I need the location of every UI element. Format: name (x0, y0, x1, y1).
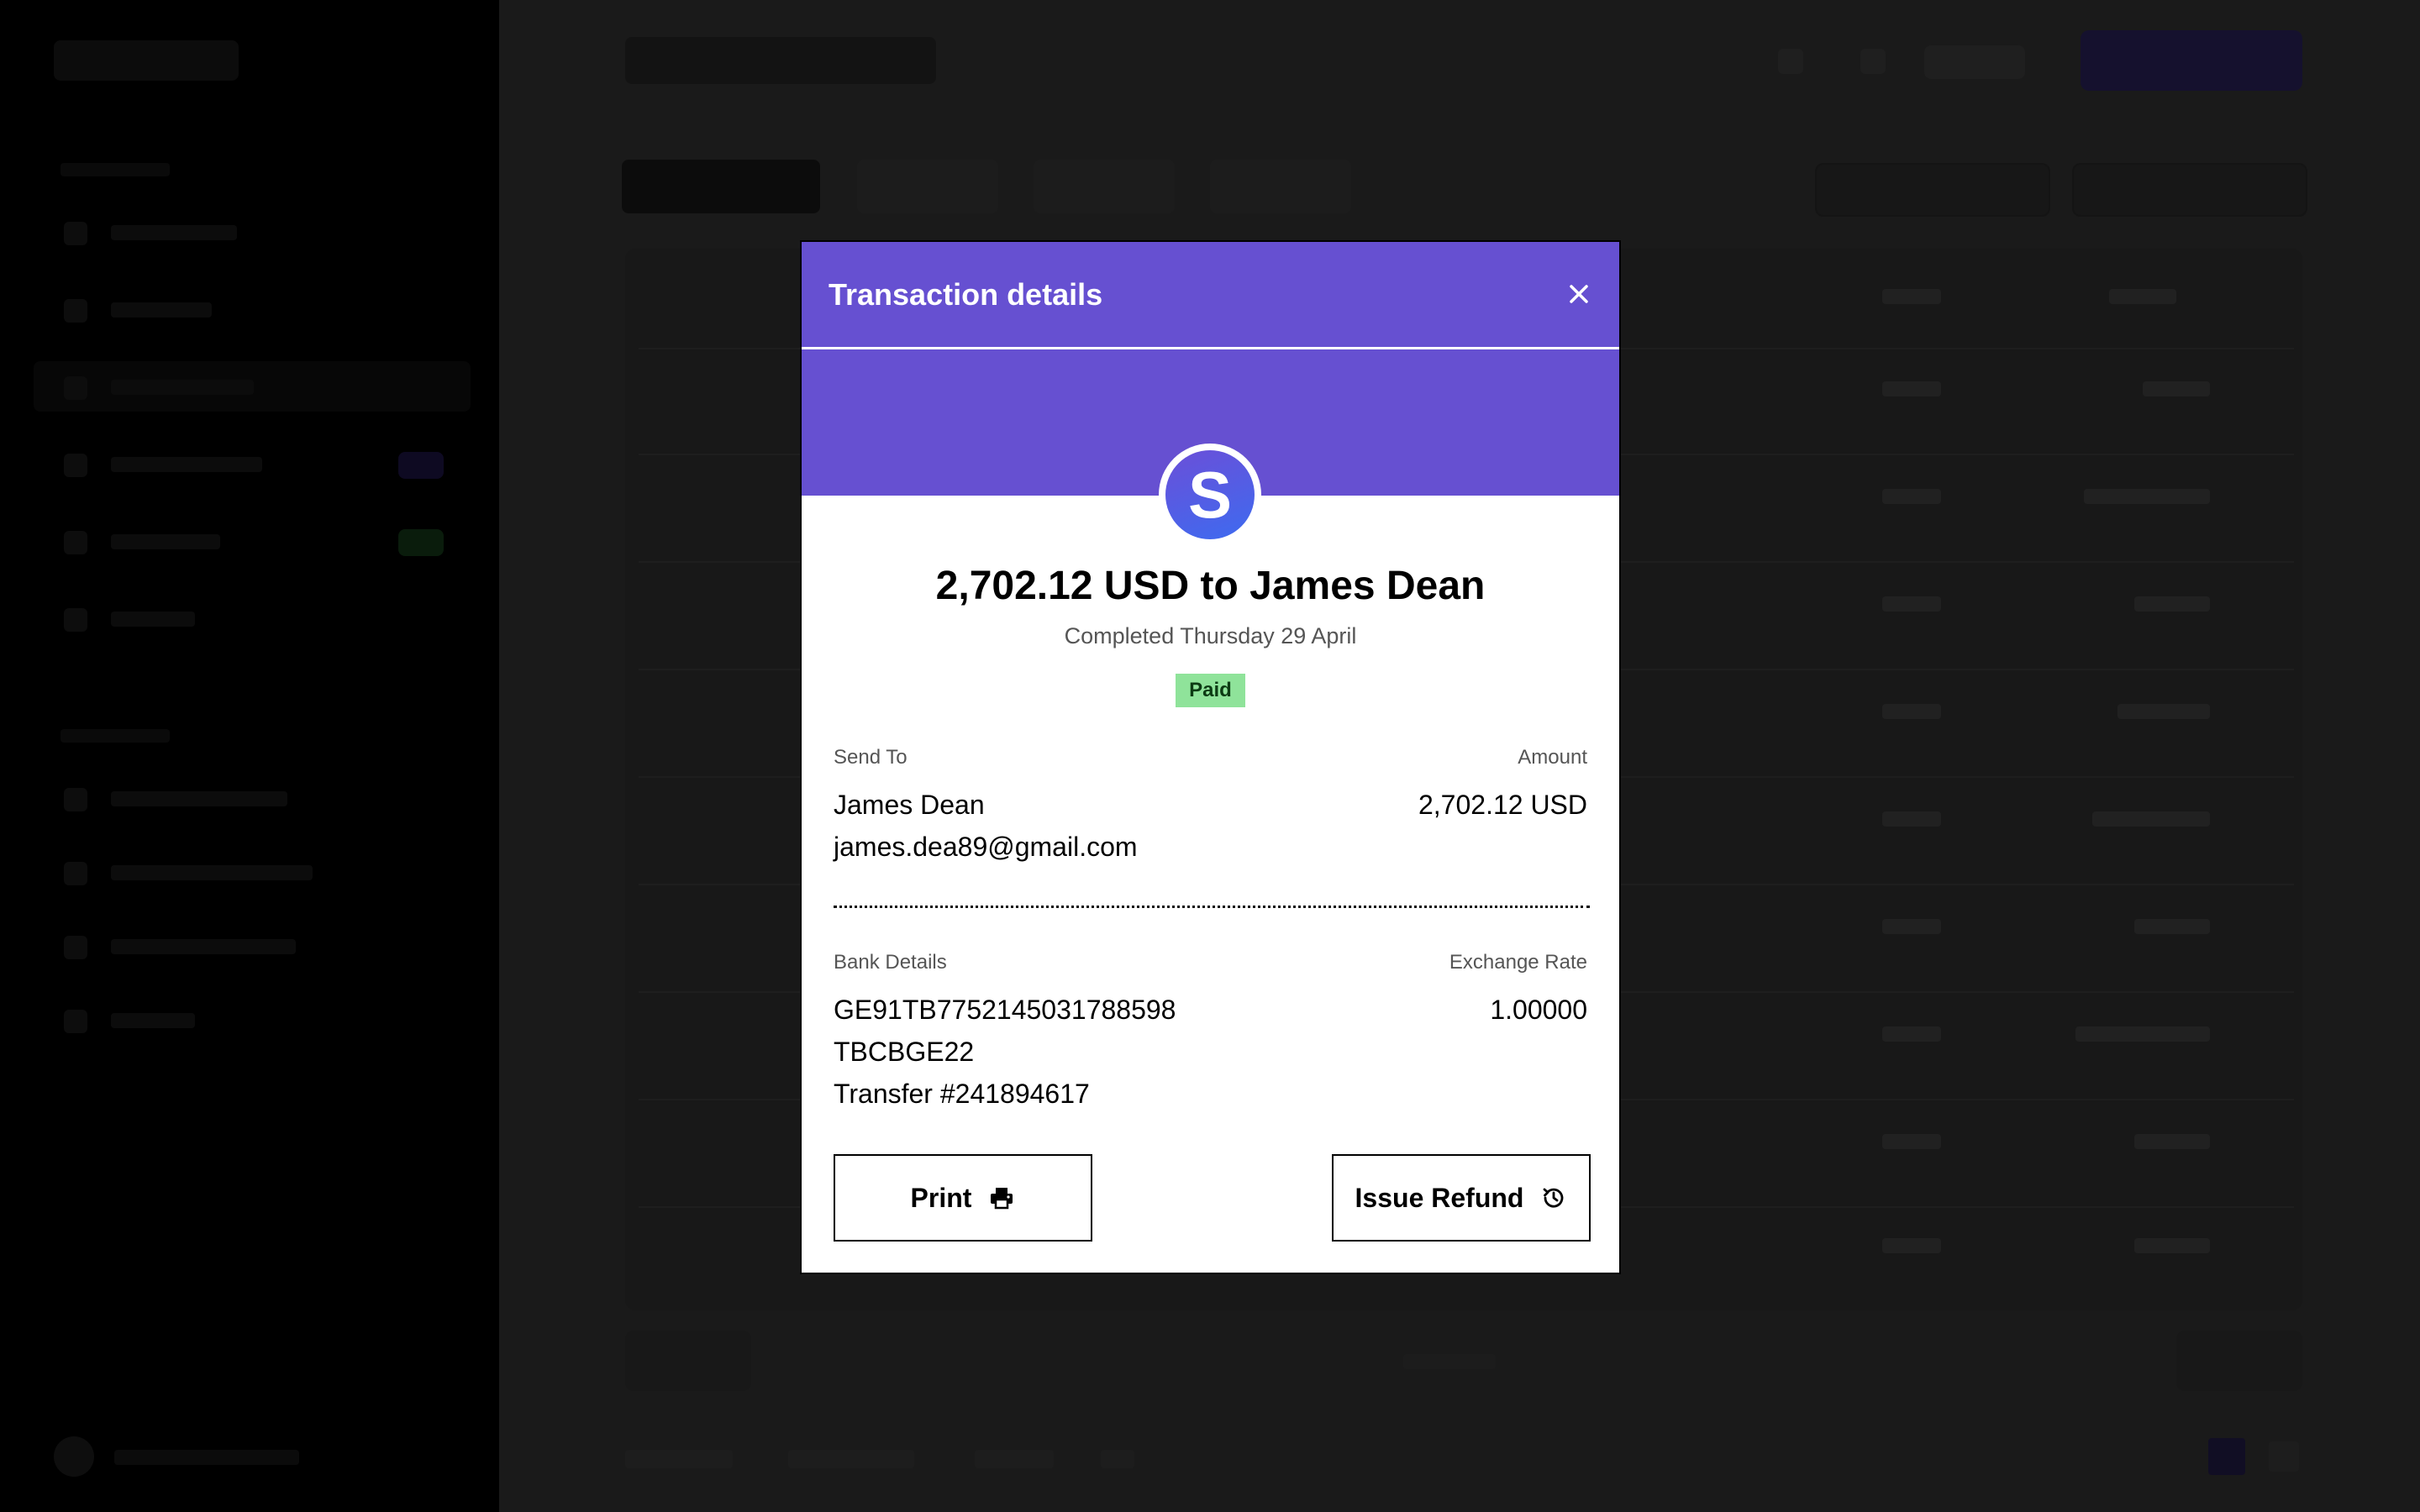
swift-value: TBCBGE22 (834, 1037, 975, 1067)
print-button[interactable]: Print (834, 1154, 1092, 1242)
iban-value: GE91TB7752145031788598 (834, 995, 1176, 1025)
modal-header: Transaction details (802, 242, 1619, 349)
close-button[interactable] (1560, 276, 1597, 312)
status-badge: Paid (1176, 674, 1245, 707)
exchange-rate-label: Exchange Rate (1449, 951, 1587, 974)
avatar: S (1159, 444, 1261, 546)
dotted-divider (834, 906, 1590, 908)
transaction-status-text: Completed Thursday 29 April (1064, 623, 1357, 648)
bank-details-label: Bank Details (834, 951, 947, 974)
status-badge-wrap: Paid (802, 674, 1619, 707)
exchange-rate-value: 1.00000 (1490, 995, 1587, 1025)
printer-icon (991, 1188, 1013, 1210)
transaction-details-modal: Transaction details S 2,702.12 USD to Ja… (800, 240, 1621, 1274)
close-icon (1570, 285, 1588, 303)
issue-refund-button-label: Issue Refund (1355, 1182, 1524, 1213)
recipient-name: James Dean (834, 790, 985, 820)
modal-title: Transaction details (829, 277, 1103, 312)
amount-label: Amount (1518, 746, 1587, 769)
print-button-label: Print (910, 1182, 972, 1213)
issue-refund-button[interactable]: Issue Refund (1332, 1154, 1591, 1242)
history-icon (1544, 1188, 1564, 1208)
recipient-email: james.dea89@gmail.com (834, 832, 1138, 862)
send-to-label: Send To (834, 746, 908, 769)
amount-value: 2,702.12 USD (1418, 790, 1587, 820)
avatar-letter: S (1165, 450, 1255, 539)
transaction-headline: 2,702.12 USD to James Dean (935, 564, 1486, 608)
transfer-reference: Transfer #241894617 (834, 1079, 1090, 1109)
